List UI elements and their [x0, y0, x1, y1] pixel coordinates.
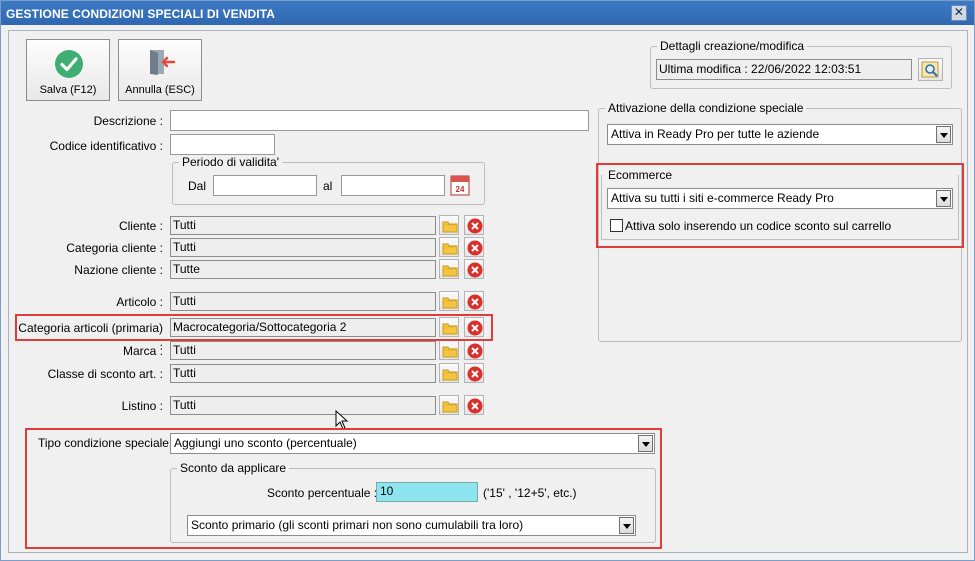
nazione-cliente-browse-button[interactable] — [439, 259, 459, 279]
ultima-modifica-field: Ultima modifica : 22/06/2022 12:03:51 — [656, 59, 912, 80]
folder-icon — [442, 346, 458, 358]
save-button[interactable]: Salva (F12) — [26, 39, 110, 101]
attivazione-title: Attivazione della condizione speciale — [605, 101, 807, 115]
clear-x-icon — [467, 218, 483, 234]
listino-clear-button[interactable] — [464, 395, 484, 415]
exit-door-icon — [150, 50, 176, 75]
clear-x-icon — [467, 262, 483, 278]
descrizione-input[interactable] — [170, 110, 589, 131]
window-title: GESTIONE CONDIZIONI SPECIALI DI VENDITA — [6, 7, 276, 21]
clear-x-icon — [467, 366, 483, 382]
codice-sconto-checkbox-label[interactable]: Attiva solo inserendo un codice sconto s… — [625, 219, 891, 233]
calendar-icon: 24 — [450, 175, 470, 196]
dal-label: Dal — [188, 179, 207, 193]
ecommerce-value: Attiva su tutti i siti e-commerce Ready … — [611, 191, 834, 205]
listino-field: Tutti — [170, 396, 436, 415]
clear-x-icon — [467, 398, 483, 414]
chevron-down-icon[interactable] — [936, 190, 951, 207]
descrizione-label: Descrizione : — [93, 114, 163, 128]
tipo-condizione-value: Aggiungi uno sconto (percentuale) — [174, 436, 357, 450]
categoria-cliente-clear-button[interactable] — [464, 237, 484, 257]
folder-icon — [442, 243, 458, 255]
chevron-down-icon[interactable] — [619, 517, 634, 534]
cliente-label: Cliente : — [118, 219, 163, 233]
al-label: al — [323, 179, 333, 193]
details-view-button[interactable] — [918, 58, 943, 81]
categoria-cliente-field: Tutti — [170, 238, 436, 257]
listino-browse-button[interactable] — [439, 395, 459, 415]
calendar-button[interactable]: 24 — [450, 174, 470, 196]
attivazione-select[interactable]: Attiva in Ready Pro per tutte le aziende — [607, 124, 953, 145]
folder-icon — [442, 221, 458, 233]
categoria-cliente-browse-button[interactable] — [439, 237, 459, 257]
svg-text:24: 24 — [456, 185, 465, 194]
nazione-cliente-field: Tutte — [170, 260, 436, 279]
sconto-hint: ('15' , '12+5', etc.) — [483, 486, 577, 500]
listino-label: Listino : — [121, 399, 163, 413]
magnifier-icon — [921, 61, 939, 78]
sconto-tipo-value: Sconto primario (gli sconti primari non … — [191, 518, 524, 532]
clear-x-icon — [467, 240, 483, 256]
classe-di-sconto-art-field: Tutti — [170, 364, 436, 383]
clear-x-icon — [467, 343, 483, 359]
chevron-down-icon[interactable] — [936, 126, 951, 143]
classe-di-sconto-art-browse-button[interactable] — [439, 363, 459, 383]
cancel-button-label: Annulla (ESC) — [125, 84, 195, 96]
marca-field: Tutti — [170, 341, 436, 360]
cancel-button[interactable]: Annulla (ESC) — [118, 39, 202, 101]
close-button[interactable]: ✕ — [951, 5, 967, 21]
cliente-browse-button[interactable] — [439, 215, 459, 235]
tipo-condizione-label: Tipo condizione speciale : — [38, 436, 176, 450]
sconto-tipo-select[interactable]: Sconto primario (gli sconti primari non … — [187, 515, 636, 536]
folder-icon — [442, 369, 458, 381]
dettagli-title: Dettagli creazione/modifica — [657, 39, 808, 53]
sconto-percentuale-input[interactable]: 10 — [376, 482, 478, 502]
articolo-clear-button[interactable] — [464, 291, 484, 311]
categoria-cliente-label: Categoria cliente : — [66, 241, 163, 255]
dal-date-input[interactable] — [213, 175, 317, 196]
folder-icon — [442, 297, 458, 309]
save-button-label: Salva (F12) — [39, 84, 97, 96]
classe-di-sconto-art-clear-button[interactable] — [464, 363, 484, 383]
sconto-group-title: Sconto da applicare — [177, 461, 290, 475]
al-date-input[interactable] — [341, 175, 445, 196]
window-titlebar[interactable]: GESTIONE CONDIZIONI SPECIALI DI VENDITA … — [1, 1, 974, 25]
cliente-field: Tutti — [170, 216, 436, 235]
marca-browse-button[interactable] — [439, 340, 459, 360]
categoria-articoli-highlight — [15, 314, 493, 341]
articolo-label: Articolo : — [116, 295, 163, 309]
codice-sconto-checkbox[interactable] — [610, 219, 623, 232]
periodo-validita-title: Periodo di validita' — [179, 155, 283, 169]
attivazione-value: Attiva in Ready Pro per tutte le aziende — [611, 127, 820, 141]
clear-x-icon — [467, 294, 483, 310]
ecommerce-select[interactable]: Attiva su tutti i siti e-commerce Ready … — [607, 188, 953, 209]
checkmark-icon — [55, 50, 83, 78]
sconto-percentuale-label: Sconto percentuale : — [267, 486, 378, 500]
folder-icon — [442, 401, 458, 413]
marca-clear-button[interactable] — [464, 340, 484, 360]
codice-identificativo-input[interactable] — [170, 134, 275, 155]
nazione-cliente-clear-button[interactable] — [464, 259, 484, 279]
tipo-condizione-select[interactable]: Aggiungi uno sconto (percentuale) — [170, 433, 655, 454]
dialog-window: GESTIONE CONDIZIONI SPECIALI DI VENDITA … — [0, 0, 975, 561]
marca-label: Marca : — [122, 344, 163, 358]
nazione-cliente-label: Nazione cliente : — [74, 263, 163, 277]
chevron-down-icon[interactable] — [638, 435, 653, 452]
codice-identificativo-label: Codice identificativo : — [49, 139, 163, 153]
folder-icon — [442, 265, 458, 277]
mouse-cursor-icon — [335, 410, 349, 430]
articolo-browse-button[interactable] — [439, 291, 459, 311]
cliente-clear-button[interactable] — [464, 215, 484, 235]
classe-di-sconto-art-label: Classe di sconto art. : — [47, 367, 163, 381]
ecommerce-title: Ecommerce — [608, 168, 673, 182]
articolo-field: Tutti — [170, 292, 436, 311]
